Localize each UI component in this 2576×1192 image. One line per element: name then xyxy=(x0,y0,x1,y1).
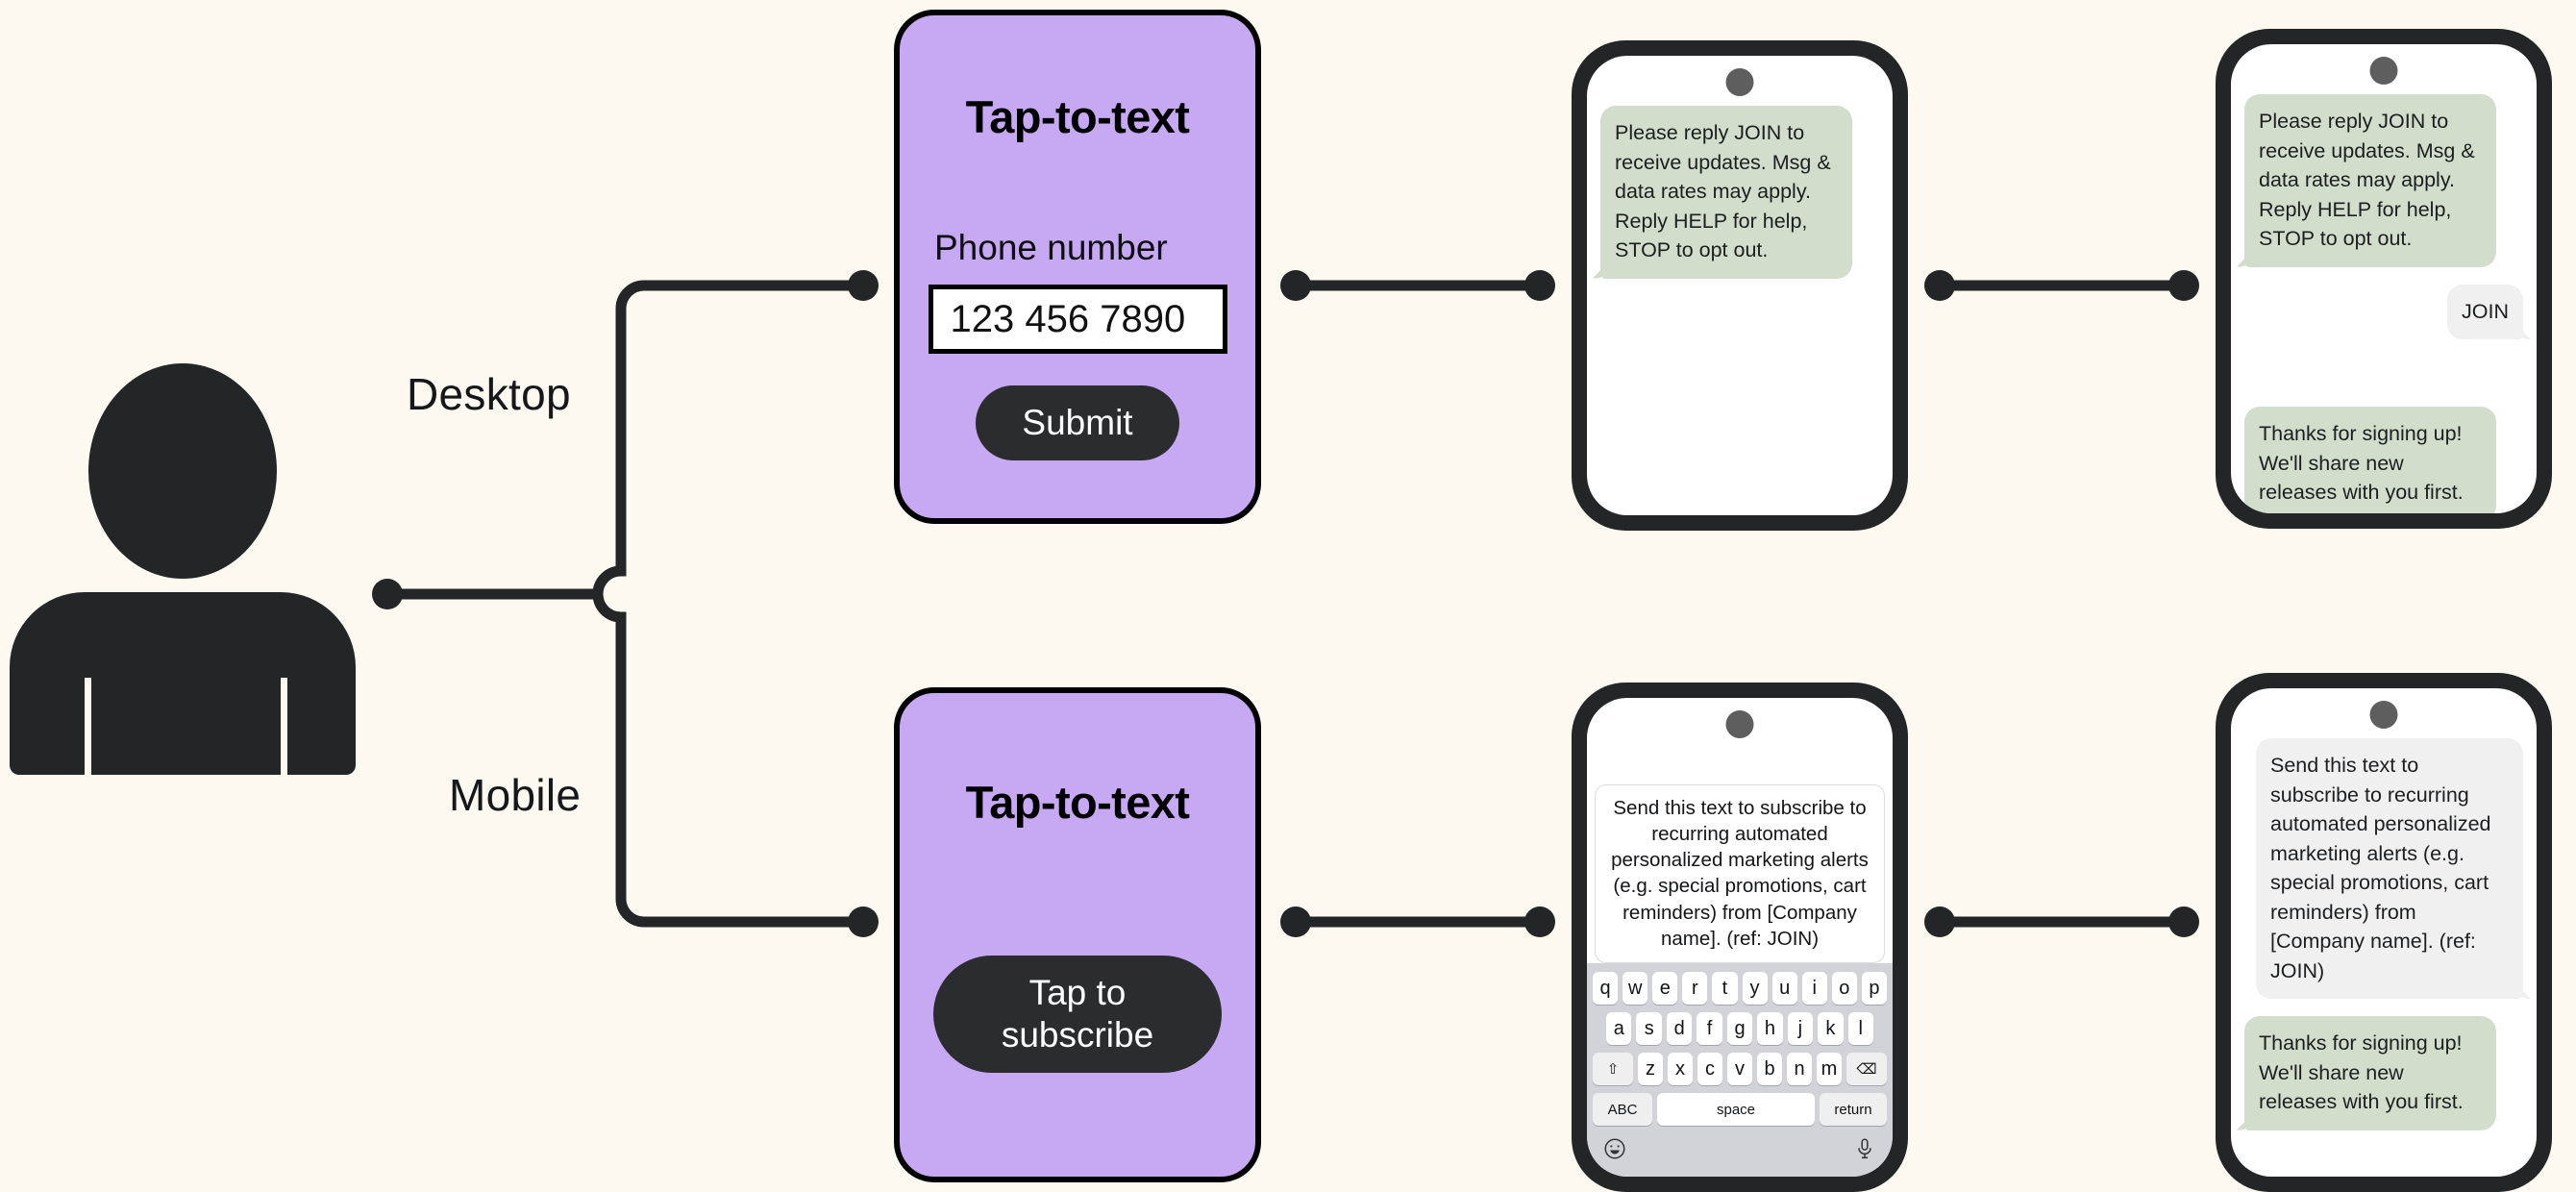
flow-diagram-canvas: Desktop Mobile Tap-to-text Phone number … xyxy=(0,0,2576,1192)
message-thread: Send this text to subscribe to recurring… xyxy=(2231,738,2537,1148)
mobile-tap-to-text-card: Tap-to-text Tap to subscribe xyxy=(894,687,1261,1182)
message-bubble-thanks: Thanks for signing up! We'll share new r… xyxy=(2244,1016,2496,1130)
key-g[interactable]: g xyxy=(1726,1012,1753,1045)
key-r[interactable]: r xyxy=(1682,972,1708,1005)
connector-layer xyxy=(372,270,2199,937)
key-q[interactable]: q xyxy=(1593,972,1619,1005)
person-head xyxy=(88,363,277,579)
mobile-card-title: Tap-to-text xyxy=(965,777,1190,828)
phone-mockup-optin-prompt: Please reply JOIN to receive updates. Ms… xyxy=(1572,40,1908,531)
key-y[interactable]: y xyxy=(1742,972,1768,1005)
message-thread: Please reply JOIN to receive updates. Ms… xyxy=(2231,94,2537,513)
wire-dot-b1 xyxy=(1280,906,1311,937)
wire-user-to-mobile xyxy=(382,588,869,928)
wire-dot-a2 xyxy=(1524,270,1555,301)
key-m[interactable]: m xyxy=(1817,1053,1842,1085)
phone-screen: Please reply JOIN to receive updates. Ms… xyxy=(1587,56,1893,515)
shift-key[interactable]: ⇧ xyxy=(1593,1053,1633,1085)
camera-icon xyxy=(2369,57,2398,85)
key-c[interactable]: c xyxy=(1697,1053,1722,1085)
key-a[interactable]: a xyxy=(1606,1012,1632,1045)
key-e[interactable]: e xyxy=(1652,972,1678,1005)
key-z[interactable]: z xyxy=(1638,1053,1663,1085)
wire-dot-desktop-card xyxy=(848,270,879,301)
phone-mockup-compose-keyboard: Send this text to subscribe to recurring… xyxy=(1572,683,1908,1192)
keyboard-row-2: a s d f g h j k l xyxy=(1593,1012,1887,1045)
key-w[interactable]: w xyxy=(1622,972,1648,1005)
wire-dot-mobile-card xyxy=(848,906,879,937)
space-key[interactable]: space xyxy=(1657,1093,1815,1126)
wire-dot-b2 xyxy=(1524,906,1555,937)
phone-screen: Please reply JOIN to receive updates. Ms… xyxy=(2231,44,2537,513)
key-p[interactable]: p xyxy=(1861,972,1887,1005)
phone-screen: Send this text to subscribe to recurring… xyxy=(2231,688,2537,1177)
keyboard-utility-row xyxy=(1593,1133,1887,1171)
wire-dot-a4 xyxy=(2168,270,2199,301)
keyboard-row-1: q w e r t y u i o p xyxy=(1593,972,1887,1005)
key-k[interactable]: k xyxy=(1818,1012,1844,1045)
key-i[interactable]: i xyxy=(1801,972,1827,1005)
key-j[interactable]: j xyxy=(1787,1012,1814,1045)
camera-icon xyxy=(1725,68,1754,96)
wire-dot-b3 xyxy=(1924,906,1955,937)
wire-dot-a1 xyxy=(1280,270,1311,301)
sms-compose-field[interactable]: Send this text to subscribe to recurring… xyxy=(1595,783,1885,963)
backspace-key[interactable]: ⌫ xyxy=(1846,1053,1887,1085)
abc-key[interactable]: ABC xyxy=(1593,1093,1652,1126)
key-x[interactable]: x xyxy=(1668,1053,1693,1085)
phone-number-input[interactable]: 123 456 7890 xyxy=(928,285,1227,354)
key-s[interactable]: s xyxy=(1636,1012,1662,1045)
message-thread: Please reply JOIN to receive updates. Ms… xyxy=(1587,106,1893,296)
message-bubble-outgoing-join: JOIN xyxy=(2447,284,2523,340)
desktop-card-title: Tap-to-text xyxy=(965,91,1190,142)
message-bubble-incoming: Please reply JOIN to receive updates. Ms… xyxy=(2244,94,2496,267)
tap-to-subscribe-button[interactable]: Tap to subscribe xyxy=(933,956,1222,1073)
submit-button[interactable]: Submit xyxy=(976,385,1179,460)
keyboard-row-3: ⇧ z x c v b n m ⌫ xyxy=(1593,1053,1887,1085)
wire-dot-user xyxy=(372,579,403,609)
key-n[interactable]: n xyxy=(1787,1053,1812,1085)
phone-number-label: Phone number xyxy=(934,228,1168,267)
emoji-icon[interactable] xyxy=(1602,1136,1627,1161)
wire-user-to-desktop xyxy=(382,280,869,600)
key-o[interactable]: o xyxy=(1831,972,1857,1005)
person-icon xyxy=(10,363,356,775)
message-bubble-outgoing-sms: Send this text to subscribe to recurring… xyxy=(2256,738,2523,1000)
microphone-icon[interactable] xyxy=(1852,1136,1877,1161)
camera-icon xyxy=(2369,701,2398,729)
key-v[interactable]: v xyxy=(1727,1053,1752,1085)
branch-label-mobile: Mobile xyxy=(449,770,582,820)
return-key[interactable]: return xyxy=(1820,1093,1887,1126)
keyboard-row-4: ABC space return xyxy=(1593,1093,1887,1126)
message-bubble-incoming: Please reply JOIN to receive updates. Ms… xyxy=(1600,106,1852,279)
onscreen-keyboard[interactable]: q w e r t y u i o p a s d f g h j k l ⇧ … xyxy=(1587,963,1893,1177)
wire-dot-b4 xyxy=(2168,906,2199,937)
camera-icon xyxy=(1725,710,1754,738)
phone-mockup-sent-confirmation: Send this text to subscribe to recurring… xyxy=(2216,673,2552,1192)
person-body xyxy=(10,592,356,775)
key-u[interactable]: u xyxy=(1771,972,1797,1005)
person-arm-right xyxy=(281,678,287,775)
phone-mockup-join-confirmation: Please reply JOIN to receive updates. Ms… xyxy=(2216,29,2552,529)
key-h[interactable]: h xyxy=(1757,1012,1783,1045)
phone-screen: Send this text to subscribe to recurring… xyxy=(1587,698,1893,1177)
key-d[interactable]: d xyxy=(1666,1012,1693,1045)
wire-dot-a3 xyxy=(1924,270,1955,301)
key-f[interactable]: f xyxy=(1697,1012,1722,1045)
branch-label-desktop: Desktop xyxy=(407,369,571,419)
compose-and-keyboard: Send this text to subscribe to recurring… xyxy=(1587,783,1893,1177)
desktop-tap-to-text-card: Tap-to-text Phone number 123 456 7890 Su… xyxy=(894,10,1261,524)
thread-spacer xyxy=(2244,357,2523,407)
person-arm-left xyxy=(85,678,91,775)
key-t[interactable]: t xyxy=(1712,972,1738,1005)
key-l[interactable]: l xyxy=(1847,1012,1873,1045)
key-b[interactable]: b xyxy=(1757,1053,1782,1085)
message-bubble-thanks: Thanks for signing up! We'll share new r… xyxy=(2244,407,2496,513)
